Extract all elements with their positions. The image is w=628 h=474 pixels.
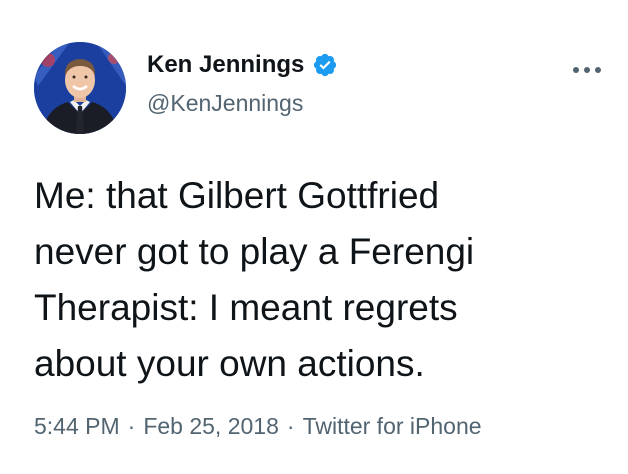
avatar-photo: [34, 42, 126, 134]
author-display-name[interactable]: Ken Jennings: [147, 50, 304, 80]
avatar[interactable]: [34, 42, 126, 134]
tweet-metadata: 5:44 PM · Feb 25, 2018 · Twitter for iPhone: [34, 410, 482, 442]
tweet-date[interactable]: Feb 25, 2018: [143, 413, 279, 439]
verified-badge-icon: [312, 52, 338, 78]
tweet-text-line: Therapist: I meant regrets: [34, 287, 458, 328]
tweet-text-line: about your own actions.: [34, 343, 425, 384]
tweet-text-line: never got to play a Ferengi: [34, 231, 475, 272]
meta-separator: ·: [286, 413, 295, 439]
more-options-button[interactable]: [570, 60, 604, 80]
meta-separator: ·: [127, 413, 136, 439]
tweet-source[interactable]: Twitter for iPhone: [303, 413, 482, 439]
tweet-time[interactable]: 5:44 PM: [34, 413, 120, 439]
author-name-row: Ken Jennings: [147, 50, 338, 80]
tweet-text-line: Me: that Gilbert Gottfried: [34, 175, 440, 216]
more-horizontal-icon: [573, 67, 601, 73]
tweet-text: Me: that Gilbert Gottfried never got to …: [34, 168, 604, 392]
tweet-card: Ken Jennings @KenJennings Me: that Gilbe…: [0, 0, 628, 474]
author-handle[interactable]: @KenJennings: [147, 88, 303, 118]
